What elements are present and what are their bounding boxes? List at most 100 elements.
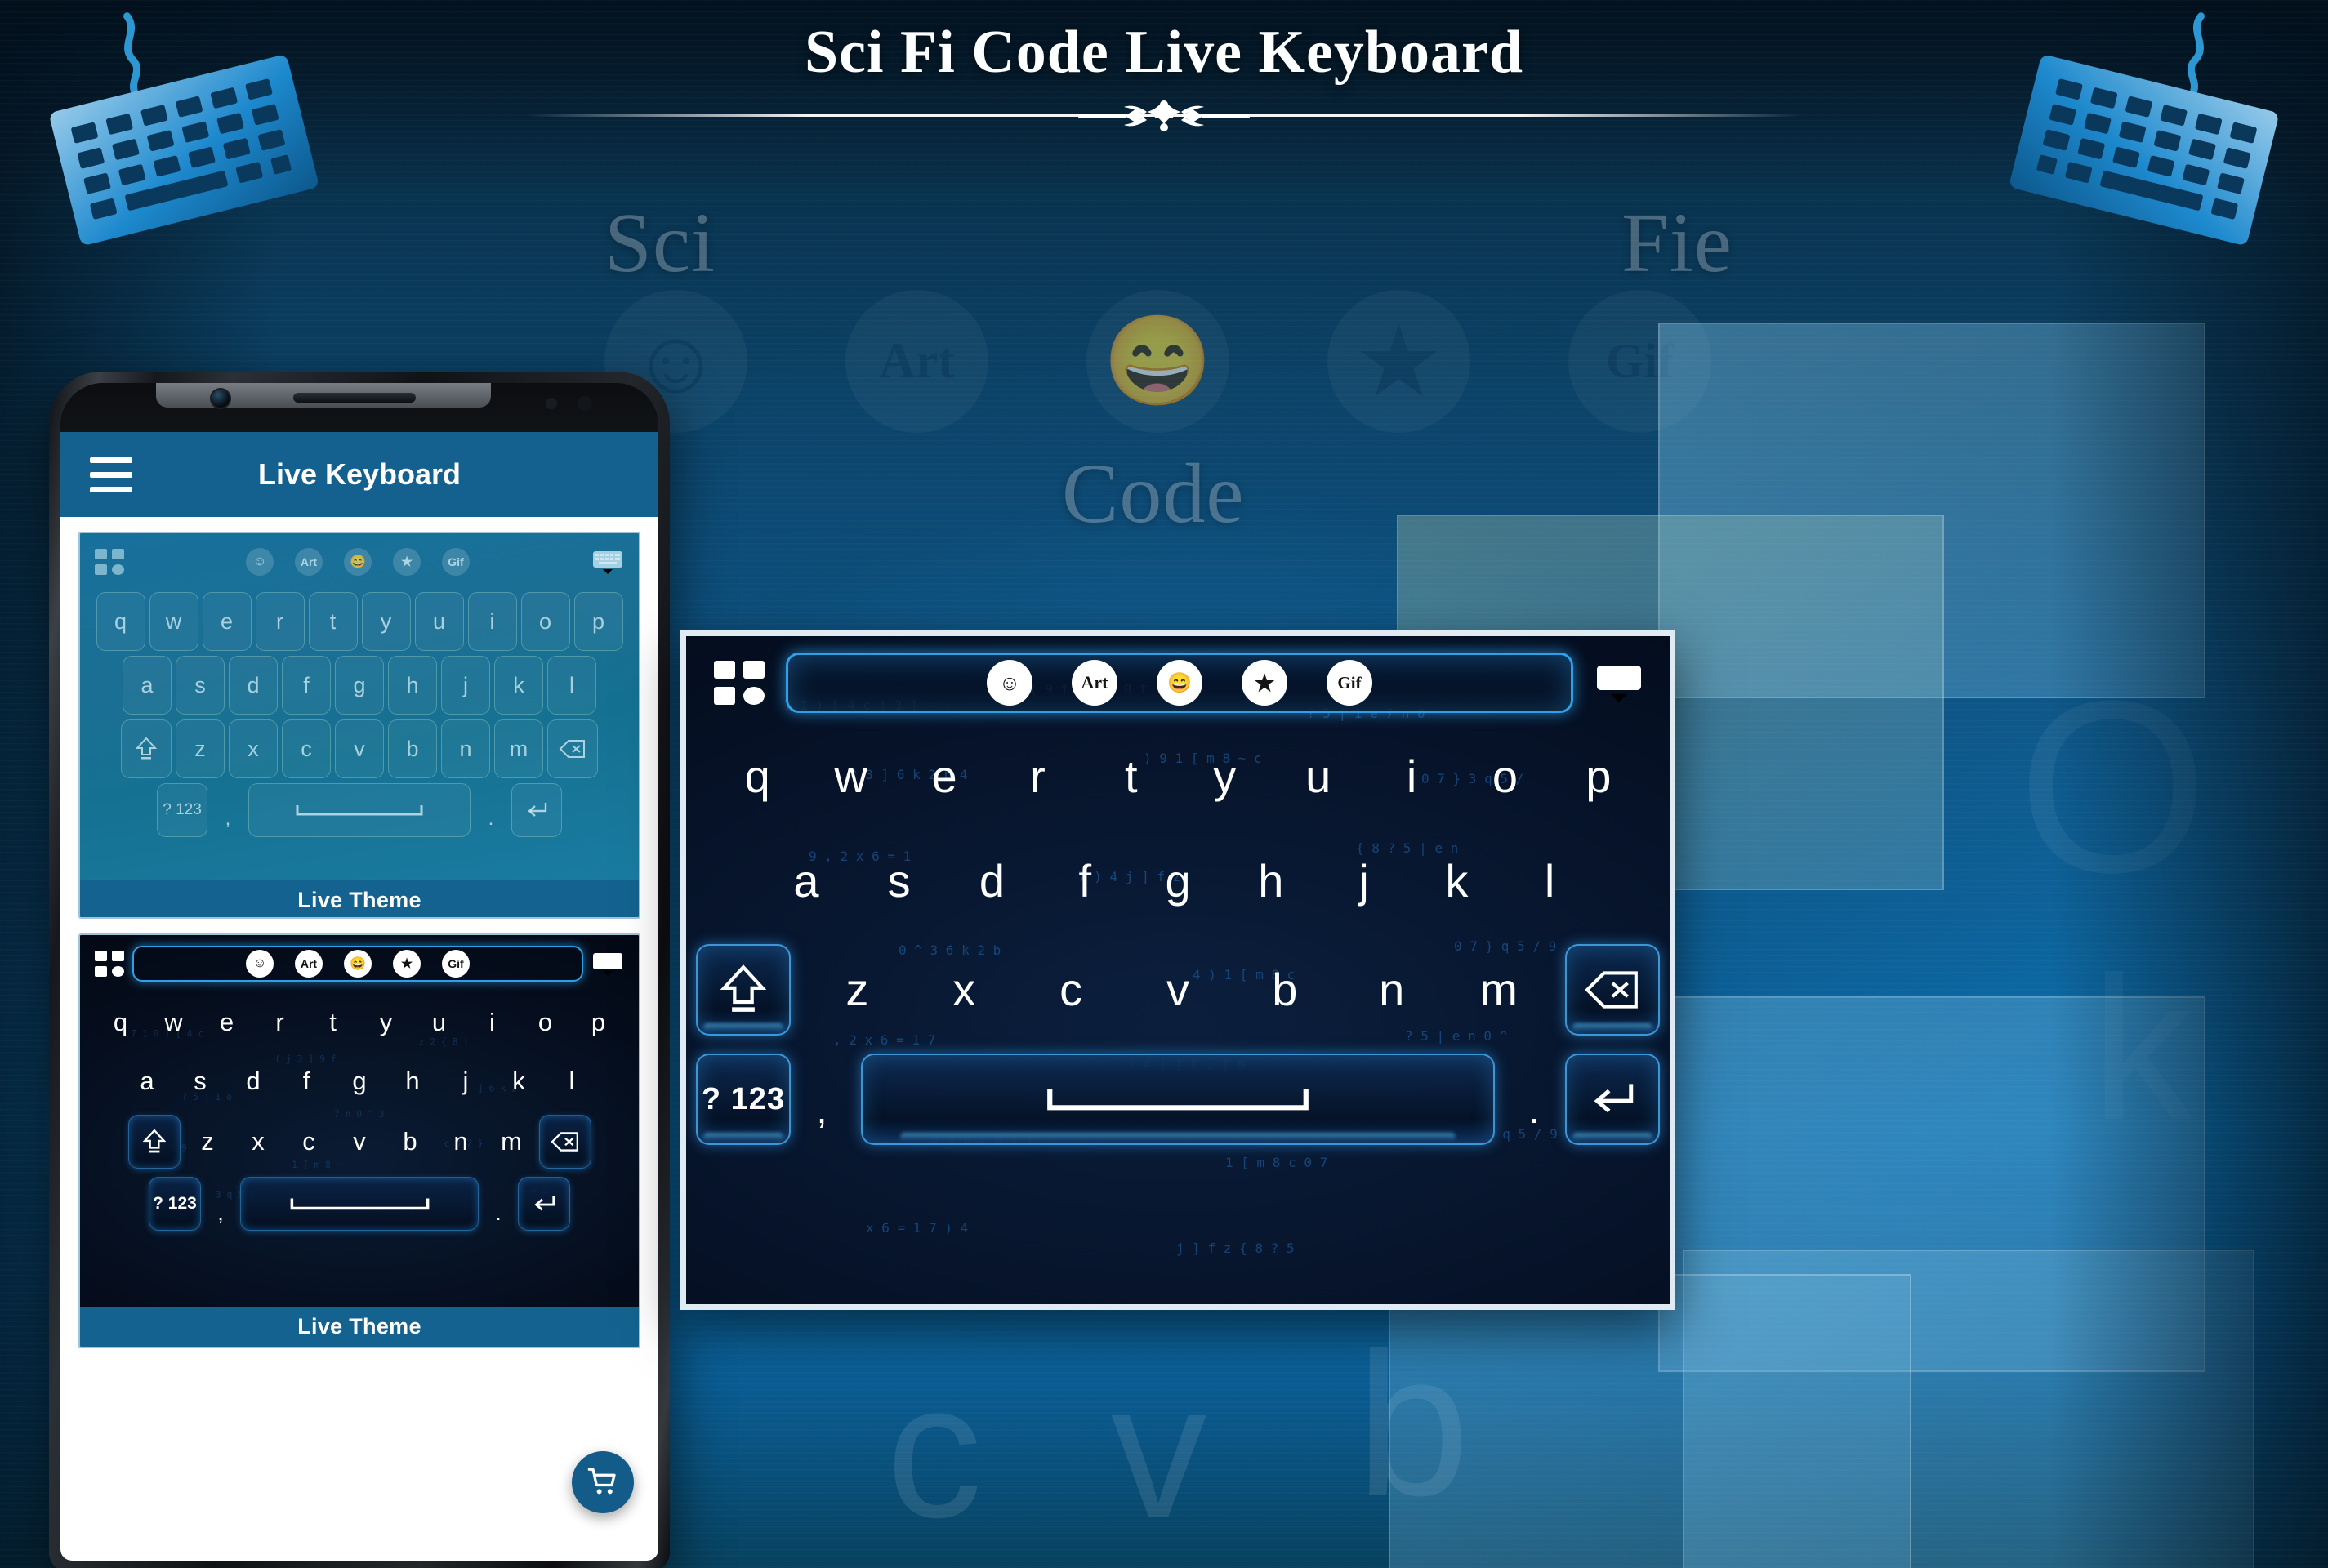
svg-text:x 6 = 1 7 ) 4: x 6 = 1 7 ) 4 bbox=[866, 1220, 968, 1236]
background-art-emoji: Art bbox=[845, 290, 988, 433]
key-z[interactable]: z bbox=[804, 967, 911, 1013]
space-key[interactable] bbox=[240, 1177, 479, 1231]
art-icon[interactable]: Art bbox=[295, 548, 323, 576]
key-r[interactable]: r bbox=[991, 754, 1084, 800]
key-l[interactable]: l bbox=[1503, 858, 1596, 904]
hamburger-menu-icon[interactable] bbox=[90, 457, 132, 492]
laughing-icon[interactable]: 😄 bbox=[344, 548, 372, 576]
theme-label: Live Theme bbox=[80, 880, 639, 917]
key-g[interactable]: g bbox=[1131, 858, 1224, 904]
backspace-key[interactable] bbox=[1565, 944, 1660, 1036]
period-key[interactable]: . bbox=[483, 1177, 514, 1231]
space-key[interactable] bbox=[861, 1054, 1495, 1145]
key-q[interactable]: q bbox=[711, 754, 804, 800]
key-j[interactable]: j bbox=[1318, 858, 1411, 904]
apps-grid-icon[interactable] bbox=[714, 661, 765, 705]
key-a[interactable]: a bbox=[760, 858, 853, 904]
keyboard-row-1: q w e r t y u i o p bbox=[686, 724, 1670, 829]
art-icon[interactable]: Art bbox=[1072, 660, 1117, 706]
keyboard-letters: q w e r t y u i o p a s d f g h j k l bbox=[686, 724, 1670, 933]
smiley-icon[interactable]: ☺ bbox=[987, 660, 1032, 706]
app-content: ☺ Art 😄 ★ Gif q w e r t y u i o p a s d … bbox=[60, 517, 658, 1561]
key-b[interactable]: b bbox=[1231, 967, 1338, 1013]
period-key[interactable]: . bbox=[1503, 1067, 1565, 1132]
period-key[interactable]: . bbox=[475, 783, 507, 837]
comma-key[interactable]: , bbox=[205, 1177, 236, 1231]
app-title: Live Keyboard bbox=[257, 457, 462, 491]
phone-notch bbox=[60, 383, 658, 432]
comma-key[interactable]: , bbox=[212, 783, 244, 837]
divider-ornament-icon bbox=[1078, 97, 1250, 139]
key-h[interactable]: h bbox=[1224, 858, 1318, 904]
key-m[interactable]: m bbox=[1445, 967, 1552, 1013]
background-star-emoji: ★ bbox=[1327, 290, 1470, 433]
front-camera-icon bbox=[210, 388, 231, 409]
art-icon[interactable]: Art bbox=[295, 950, 323, 978]
key-e[interactable]: e bbox=[898, 754, 991, 800]
key-i[interactable]: i bbox=[1365, 754, 1458, 800]
smiley-icon[interactable]: ☺ bbox=[246, 950, 274, 978]
svg-text:1 [ m 8 c 0 7: 1 [ m 8 c 0 7 bbox=[1225, 1155, 1327, 1170]
numbers-key[interactable]: ? 123 bbox=[696, 1054, 791, 1145]
key-s[interactable]: s bbox=[853, 858, 946, 904]
star-icon[interactable]: ★ bbox=[393, 548, 421, 576]
key-w[interactable]: w bbox=[804, 754, 897, 800]
key-f[interactable]: f bbox=[1038, 858, 1131, 904]
earpiece-speaker bbox=[293, 393, 417, 403]
gif-icon[interactable]: Gif bbox=[1327, 660, 1372, 706]
enter-key[interactable] bbox=[1565, 1054, 1660, 1145]
hide-keyboard-icon[interactable] bbox=[1594, 661, 1643, 705]
shift-key[interactable] bbox=[127, 1115, 181, 1169]
backspace-key[interactable] bbox=[547, 719, 598, 778]
hide-keyboard-icon[interactable] bbox=[591, 549, 624, 575]
numbers-key[interactable]: ? 123 bbox=[149, 1177, 201, 1231]
key-p[interactable]: p bbox=[1552, 754, 1645, 800]
keyboard-row-3: z x c v b n m bbox=[693, 940, 1663, 1040]
title-divider bbox=[527, 99, 1801, 131]
star-icon[interactable]: ★ bbox=[1242, 660, 1287, 706]
keyboard-showcase-panel: 7 1 ) [ 4 c j 3 ] ( 9 f z 2 { 8 t ? 5 | … bbox=[680, 630, 1675, 1310]
mini-keyboard-jellyfish: ☺ Art 😄 ★ Gif q w e r t y u i o p a s d … bbox=[80, 533, 639, 880]
laughing-icon[interactable]: 😄 bbox=[1157, 660, 1202, 706]
watermark-word-code: Code bbox=[1062, 447, 1245, 541]
apps-grid-icon[interactable] bbox=[95, 951, 124, 977]
keyboard-row-2: a s d f g h j k l bbox=[686, 829, 1670, 933]
key-o[interactable]: o bbox=[1458, 754, 1551, 800]
ghost-keyboard-preview bbox=[1389, 1274, 1911, 1568]
key-c[interactable]: c bbox=[1018, 967, 1125, 1013]
backspace-key[interactable] bbox=[538, 1115, 591, 1169]
numbers-key[interactable]: ? 123 bbox=[157, 783, 207, 837]
header: Sci Fi Code Live Keyboard bbox=[0, 18, 2328, 131]
theme-preview-card[interactable]: ☺ Art 😄 ★ Gif q w e r t y u i o p a s d … bbox=[78, 532, 640, 919]
gif-icon[interactable]: Gif bbox=[442, 548, 470, 576]
laughing-icon[interactable]: 😄 bbox=[344, 950, 372, 978]
watermark-word-fie: Fie bbox=[1621, 196, 1733, 290]
key-d[interactable]: d bbox=[946, 858, 1039, 904]
key-k[interactable]: k bbox=[1410, 858, 1503, 904]
space-key[interactable] bbox=[248, 783, 471, 837]
enter-key[interactable] bbox=[518, 1177, 570, 1231]
key-n[interactable]: n bbox=[1338, 967, 1445, 1013]
shift-key[interactable] bbox=[696, 944, 791, 1036]
shopping-cart-button[interactable] bbox=[572, 1451, 634, 1513]
apps-grid-icon[interactable] bbox=[95, 549, 124, 575]
smiley-icon[interactable]: ☺ bbox=[246, 548, 274, 576]
key-x[interactable]: x bbox=[911, 967, 1018, 1013]
key-v[interactable]: v bbox=[1125, 967, 1232, 1013]
key-t[interactable]: t bbox=[1085, 754, 1178, 800]
key-u[interactable]: u bbox=[1271, 754, 1364, 800]
gif-icon[interactable]: Gif bbox=[442, 950, 470, 978]
background-letter-c: c bbox=[886, 1343, 983, 1557]
theme-label: Live Theme bbox=[80, 1307, 639, 1347]
star-icon[interactable]: ★ bbox=[393, 950, 421, 978]
comma-key[interactable]: , bbox=[791, 1067, 853, 1132]
hide-keyboard-icon[interactable] bbox=[591, 951, 624, 977]
app-top-bar: Live Keyboard bbox=[60, 432, 658, 517]
enter-key[interactable] bbox=[511, 783, 562, 837]
keyboard-toolbar: ☺ Art 😄 ★ Gif bbox=[686, 643, 1670, 723]
key-y[interactable]: y bbox=[1178, 754, 1271, 800]
suggestion-bar[interactable]: ☺ Art 😄 ★ Gif bbox=[786, 653, 1573, 713]
theme-preview-card[interactable]: 7 1 0 ) [ 4 c( j 3 ] 9 f z 2 { 8 t? 5 | … bbox=[78, 933, 640, 1348]
shift-key[interactable] bbox=[121, 719, 172, 778]
background-letter-v: v bbox=[1111, 1343, 1207, 1557]
